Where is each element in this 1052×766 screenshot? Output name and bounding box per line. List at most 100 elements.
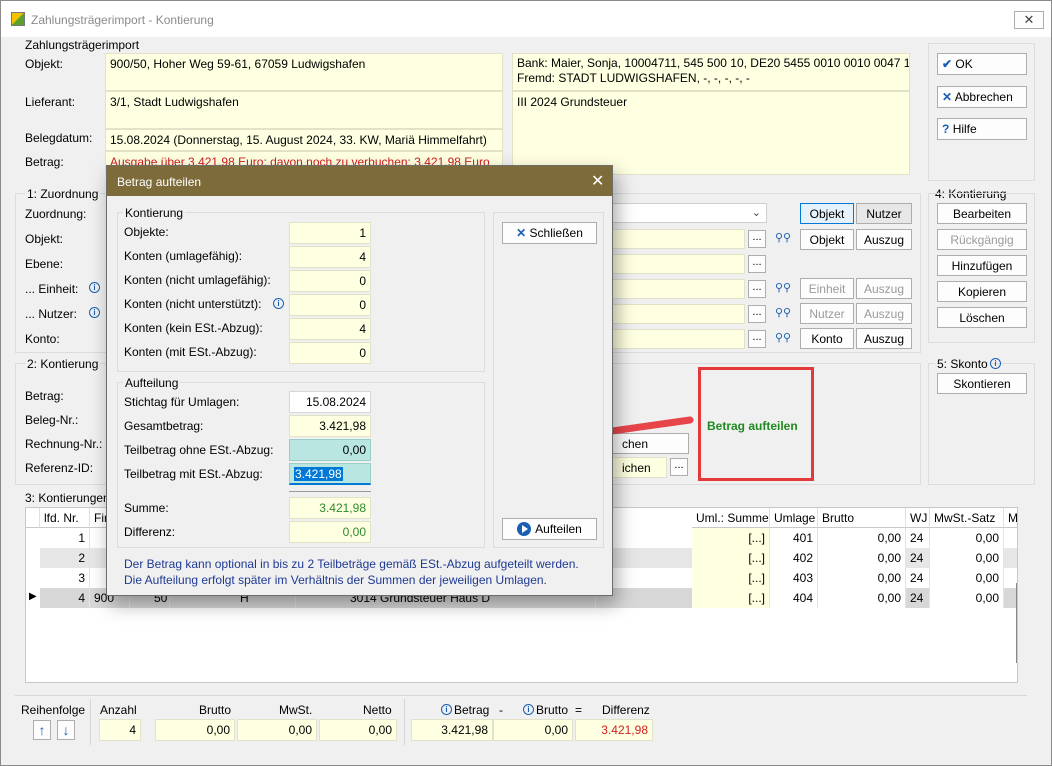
- table-row-3-brutto[interactable]: 0,00: [818, 568, 906, 588]
- abbrechen-label: Abbrechen: [954, 90, 1013, 104]
- nutzer-browse-button[interactable]: ...: [748, 305, 766, 323]
- binoculars-icon[interactable]: ⚲⚲: [775, 231, 791, 245]
- nutzer-toggle[interactable]: Nutzer: [856, 203, 912, 224]
- col-header-umlage[interactable]: Umlage: [770, 508, 818, 528]
- abbrechen-button[interactable]: ✕ Abbrechen: [937, 86, 1027, 108]
- konto-browse-button[interactable]: ...: [748, 330, 766, 348]
- col-header-uml[interactable]: Uml.: Summe: [692, 508, 770, 528]
- konten-umlagefaehig-field: 4: [289, 246, 371, 268]
- table-row-1-nr[interactable]: 1: [40, 528, 90, 548]
- move-up-button[interactable]: ↑: [33, 720, 51, 740]
- table-row-1-brutto[interactable]: 0,00: [818, 528, 906, 548]
- teil-mit-field[interactable]: 3.421,98: [289, 463, 371, 485]
- betrag-label: Betrag:: [25, 155, 64, 169]
- objekte-field: 1: [289, 222, 371, 244]
- auszug-konto-button[interactable]: Auszug: [856, 328, 912, 349]
- table-row-3-wj[interactable]: 24: [906, 568, 930, 588]
- auszug-objekt-button[interactable]: Auszug: [856, 229, 912, 250]
- dialog-note-line1: Der Betrag kann optional in bis zu 2 Tei…: [124, 557, 579, 571]
- skontieren-button[interactable]: Skontieren: [937, 373, 1027, 394]
- move-down-button[interactable]: ↓: [57, 720, 75, 740]
- table-row-3-umlage[interactable]: 403: [770, 568, 818, 588]
- zuordnung-dropdown[interactable]: ⌄: [611, 203, 767, 223]
- binoculars-icon[interactable]: ⚲⚲: [775, 306, 791, 320]
- ebene-field[interactable]: [611, 254, 745, 274]
- bank-field[interactable]: Bank: Maier, Sonja, 10004711, 545 500 10…: [512, 53, 910, 91]
- k2-rechnungnr-label: Rechnung-Nr.:: [25, 437, 103, 451]
- auszug-einheit-button[interactable]: Auszug: [856, 278, 912, 299]
- table-row-1-umlage[interactable]: 401: [770, 528, 818, 548]
- table-row-1-wj[interactable]: 24: [906, 528, 930, 548]
- arrow-down-icon: ↓: [62, 722, 70, 738]
- table-row-2-umlage[interactable]: 402: [770, 548, 818, 568]
- kontierung4-group: [928, 193, 1035, 343]
- nutzer-field[interactable]: [611, 304, 745, 324]
- lieferant-label: Lieferant:: [25, 95, 76, 109]
- vertical-scrollbar[interactable]: [1016, 583, 1017, 663]
- auszug-nutzer-button[interactable]: Auszug: [856, 303, 912, 324]
- table-row-4-umlage[interactable]: 404: [770, 588, 818, 608]
- table-row-2-nr[interactable]: 2: [40, 548, 90, 568]
- binoculars-icon[interactable]: ⚲⚲: [775, 331, 791, 345]
- skonto-info-icon[interactable]: i: [990, 358, 1001, 369]
- close-icon: ✕: [516, 226, 527, 240]
- table-row-2-mwst[interactable]: 0,00: [930, 548, 1004, 568]
- table-row-4-brutto[interactable]: 0,00: [818, 588, 906, 608]
- col-header-brutto[interactable]: Brutto: [818, 508, 906, 528]
- hilfe-button[interactable]: ? Hilfe: [937, 118, 1027, 140]
- gesamtbetrag-field: 3.421,98: [289, 415, 371, 437]
- ok-button[interactable]: ✔ OK: [937, 53, 1027, 75]
- table-row-2-brutto[interactable]: 0,00: [818, 548, 906, 568]
- play-icon: [517, 522, 532, 536]
- einheit-browse-button[interactable]: ...: [748, 280, 766, 298]
- table-row-4-uml[interactable]: [...]: [692, 588, 770, 608]
- table-row-3-mwst[interactable]: 0,00: [930, 568, 1004, 588]
- footer-separator: [15, 695, 1027, 696]
- text-field[interactable]: III 2024 Grundsteuer: [512, 91, 910, 175]
- aufteilung-section-title: Aufteilung: [123, 376, 181, 390]
- binoculars-icon[interactable]: ⚲⚲: [775, 281, 791, 295]
- nutzer-button[interactable]: Nutzer: [800, 303, 854, 324]
- betrag-info-icon[interactable]: i: [441, 704, 452, 715]
- objekte-label: Objekte:: [124, 225, 169, 239]
- footer-vsep2: [404, 699, 405, 745]
- col-header-mwst[interactable]: MwSt.-Satz: [930, 508, 1004, 528]
- gesamtbetrag-label: Gesamtbetrag:: [124, 419, 204, 433]
- nutzer-info-icon[interactable]: i: [89, 307, 100, 318]
- table-row-4-mwst[interactable]: 0,00: [930, 588, 1004, 608]
- table-row-1-mwst[interactable]: 0,00: [930, 528, 1004, 548]
- stichtag-field[interactable]: 15.08.2024: [289, 391, 371, 413]
- table-row-3-nr[interactable]: 3: [40, 568, 90, 588]
- table-row-2-wj[interactable]: 24: [906, 548, 930, 568]
- col-header-wj[interactable]: WJ: [906, 508, 930, 528]
- aufteilen-button[interactable]: Aufteilen: [502, 518, 597, 540]
- table-row-4-wj[interactable]: 24: [906, 588, 930, 608]
- schliessen-button[interactable]: ✕ Schließen: [502, 222, 597, 244]
- objekt-field[interactable]: 900/50, Hoher Weg 59-61, 67059 Ludwigsha…: [105, 53, 503, 91]
- brutto-info-icon[interactable]: i: [523, 704, 534, 715]
- zuordnung-objekt-field[interactable]: [611, 229, 745, 249]
- belegdatum-field[interactable]: 15.08.2024 (Donnerstag, 15. August 2024,…: [105, 129, 503, 151]
- col-header-extra[interactable]: M: [1004, 508, 1017, 528]
- col-header-lfd[interactable]: lfd. Nr.: [40, 508, 90, 528]
- table-row-2-uml[interactable]: [...]: [692, 548, 770, 568]
- einheit-button[interactable]: Einheit: [800, 278, 854, 299]
- konto-button[interactable]: Konto: [800, 328, 854, 349]
- objekt-toggle[interactable]: Objekt: [800, 203, 854, 224]
- teil-mit-selected-text: 3.421,98: [294, 467, 343, 481]
- objekt-button[interactable]: Objekt: [800, 229, 854, 250]
- konto-field[interactable]: [611, 329, 745, 349]
- nicht-unterstuetzt-info-icon[interactable]: i: [273, 298, 284, 309]
- close-window-button[interactable]: ✕: [1014, 11, 1044, 29]
- einheit-field[interactable]: [611, 279, 745, 299]
- table-row-1-uml[interactable]: [...]: [692, 528, 770, 548]
- einheit-info-icon[interactable]: i: [89, 282, 100, 293]
- dialog-close-button[interactable]: ✕: [591, 171, 604, 191]
- lieferant-field[interactable]: 3/1, Stadt Ludwigshafen: [105, 91, 503, 129]
- table-row-3-uml[interactable]: [...]: [692, 568, 770, 588]
- teil-mit-label: Teilbetrag mit ESt.-Abzug:: [124, 467, 263, 481]
- ebene-browse-button[interactable]: ...: [748, 255, 766, 273]
- teil-ohne-field[interactable]: 0,00: [289, 439, 371, 461]
- table-row-4-nr[interactable]: 4: [40, 588, 90, 608]
- objekt-browse-button[interactable]: ...: [748, 230, 766, 248]
